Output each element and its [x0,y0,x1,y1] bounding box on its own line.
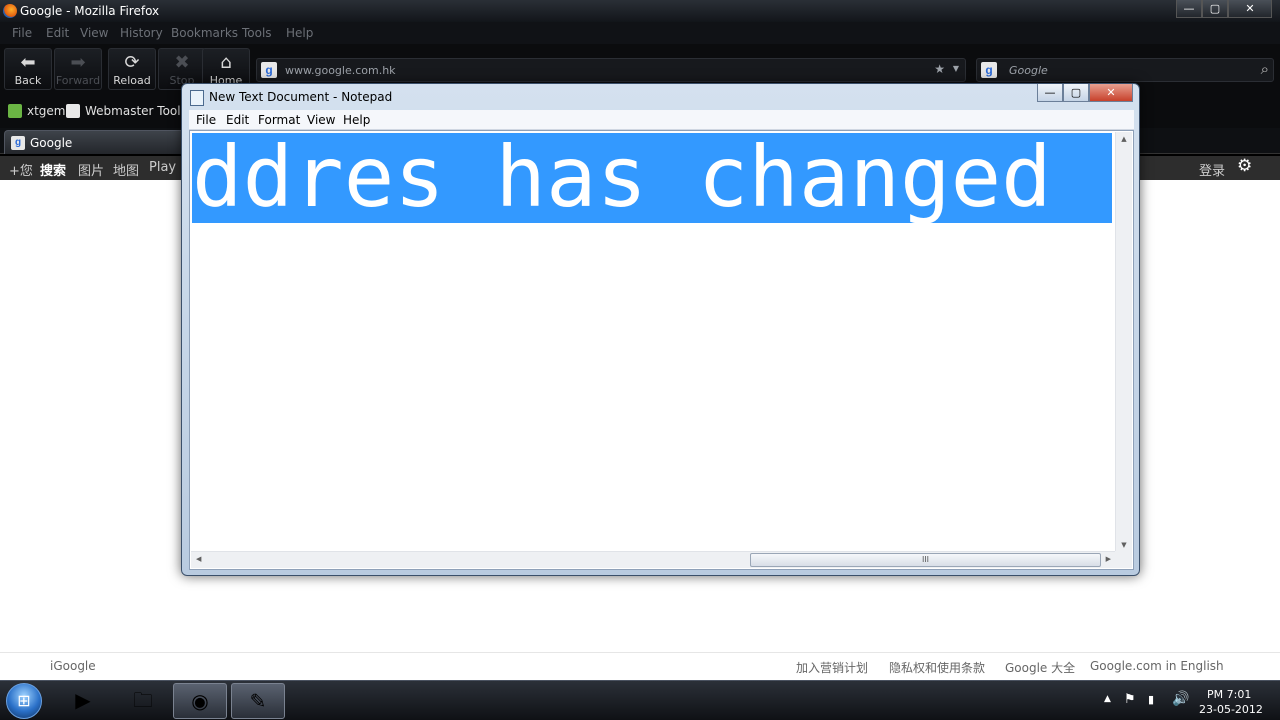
scroll-up-icon[interactable]: ▲ [1116,135,1132,143]
taskbar: ⊞ ▶ 🗀 ◉ ✎ ▲ ⚑ ▮ 🔊 PM 7:01 23-05-2012 [0,680,1280,720]
footer-link[interactable]: Google.com in English [1090,659,1224,673]
g-bar-search[interactable]: 搜索 [40,160,66,179]
forward-label: Forward [55,74,101,87]
folder-icon[interactable]: 🗀 [116,683,170,719]
gear-icon[interactable]: ⚙ [1237,156,1252,176]
tab-google[interactable]: g Google [4,130,184,154]
url-bar[interactable]: g www.google.com.hk ★ ▼ [256,58,966,82]
notepad-titlebar[interactable]: New Text Document - Notepad — ▢ ✕ [182,84,1139,112]
minimize-button[interactable]: — [1037,84,1063,102]
scroll-left-icon[interactable]: ◀ [196,555,201,563]
xtgem-icon [8,104,22,118]
scrollbar-corner [1115,551,1132,568]
firefox-titlebar: Google - Mozilla Firefox — ▢ ✕ [0,0,1280,22]
menu-edit[interactable]: Edit [226,113,249,127]
menu-file[interactable]: File [196,113,216,127]
bookmark-label: xtgem [27,104,66,118]
menu-format[interactable]: Format [258,113,300,127]
menu-edit[interactable]: Edit [46,26,69,40]
notepad-icon [190,90,204,106]
url-text: www.google.com.hk [285,64,396,77]
firefox-menubar: File Edit View History Bookmarks Tools H… [0,22,1280,44]
notepad-taskbar-icon[interactable]: ✎ [231,683,285,719]
firefox-logo-icon [3,4,17,18]
minimize-button[interactable]: — [1176,0,1202,18]
notepad-menubar: File Edit Format View Help [189,110,1134,130]
tab-label: Google [30,135,73,150]
menu-tools[interactable]: Tools [242,26,272,40]
footer-igoogle[interactable]: iGoogle [50,659,96,673]
bookmark-webmaster-tools[interactable]: Webmaster Tools [66,104,187,118]
arrow-left-icon: ⬅ [20,52,36,73]
menu-help[interactable]: Help [343,113,370,127]
firefox-window-title: Google - Mozilla Firefox [20,4,160,18]
home-icon: ⌂ [220,52,232,73]
menu-view[interactable]: View [307,113,335,127]
footer-link[interactable]: 加入营销计划 [796,659,868,676]
reload-label: Reload [113,74,151,87]
bookmark-star-icon[interactable]: ★ [934,62,945,76]
system-tray: ▲ ⚑ ▮ 🔊 PM 7:01 23-05-2012 [1090,681,1280,720]
google-favicon-icon: g [11,135,25,150]
stop-icon: ✖ [174,52,190,73]
search-icon[interactable]: ⌕ [1261,60,1269,78]
notepad-text-area[interactable]: ddres has changed ▲ ▼ ◀ III ▶ [189,130,1134,570]
horizontal-scroll-thumb[interactable]: III [750,553,1101,567]
close-button[interactable]: ✕ [1089,84,1133,102]
back-button[interactable]: ⬅ Back [4,48,52,90]
clock-date[interactable]: 23-05-2012 [1199,703,1263,716]
footer-link[interactable]: Google 大全 [1005,659,1075,676]
back-label: Back [14,74,42,87]
notepad-content[interactable]: ddres has changed [192,131,1052,223]
show-hidden-icons-icon[interactable]: ▲ [1104,694,1111,704]
action-center-flag-icon[interactable]: ⚑ [1124,692,1136,707]
g-bar-play[interactable]: Play [149,160,176,175]
google-footer: iGoogle 加入营销计划 隐私权和使用条款 Google 大全 Google… [0,652,1280,680]
menu-view[interactable]: View [80,26,108,40]
arrow-right-icon: ➡ [70,52,86,73]
notepad-window: New Text Document - Notepad — ▢ ✕ File E… [181,83,1140,576]
footer-link[interactable]: 隐私权和使用条款 [889,659,985,676]
notepad-window-controls: — ▢ ✕ [1037,84,1133,102]
scroll-down-icon[interactable]: ▼ [1116,541,1132,549]
reload-button[interactable]: ⟳ Reload [108,48,156,90]
vertical-scrollbar[interactable]: ▲ ▼ [1115,132,1132,552]
forward-button[interactable]: ➡ Forward [54,48,102,90]
clock-time[interactable]: PM 7:01 [1207,688,1251,701]
url-dropdown-icon[interactable]: ▼ [953,64,959,73]
g-bar-plus[interactable]: +您 [9,160,33,179]
firefox-taskbar-icon[interactable]: ◉ [173,683,227,719]
menu-history[interactable]: History [120,26,163,40]
media-player-icon[interactable]: ▶ [56,683,110,719]
menu-help[interactable]: Help [286,26,313,40]
scroll-right-icon[interactable]: ▶ [1106,555,1111,563]
network-icon[interactable]: ▮ [1148,693,1154,706]
menu-bookmarks[interactable]: Bookmarks [171,26,238,40]
bookmark-xtgem[interactable]: xtgem [8,104,66,118]
google-favicon-icon [66,104,80,118]
search-bar[interactable]: g Google ⌕ [976,58,1274,82]
firefox-window-controls: — ▢ ✕ [1176,0,1272,18]
google-favicon-icon: g [261,62,277,78]
google-search-engine-icon[interactable]: g [981,62,997,78]
maximize-button[interactable]: ▢ [1202,0,1228,18]
menu-file[interactable]: File [12,26,32,40]
maximize-button[interactable]: ▢ [1063,84,1089,102]
reload-icon: ⟳ [124,52,140,73]
bookmark-label: Webmaster Tools [85,104,187,118]
sign-in-link[interactable]: 登录 [1199,160,1225,179]
start-button[interactable]: ⊞ [6,683,42,719]
horizontal-scrollbar[interactable]: ◀ III ▶ [191,551,1116,568]
g-bar-maps[interactable]: 地图 [113,160,139,179]
close-button[interactable]: ✕ [1228,0,1272,18]
g-bar-images[interactable]: 图片 [78,160,104,179]
volume-icon[interactable]: 🔊 [1172,691,1189,707]
notepad-window-title: New Text Document - Notepad [209,90,393,104]
search-placeholder: Google [1009,64,1048,77]
